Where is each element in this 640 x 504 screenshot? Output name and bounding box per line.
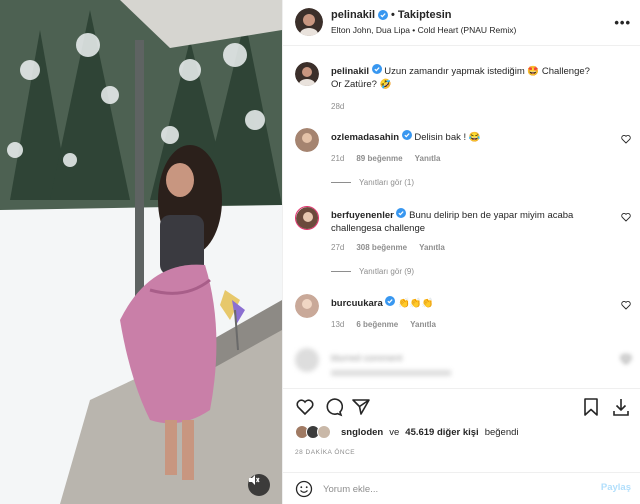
comment-age: 27d [331,243,345,252]
post-panel: pelinakil • Takiptesin Elton John, Dua L… [282,0,640,504]
comment-likes[interactable]: 308 beğenme [356,243,407,252]
likes-suffix: beğendi [484,426,519,438]
comment-meta: 21d 89 beğenme Yanıtla [331,154,440,163]
post-header: pelinakil • Takiptesin Elton John, Dua L… [283,0,640,46]
reply-button[interactable]: Yanıtla [419,243,445,252]
comment-text: 👏👏👏 [398,298,434,309]
comment-meta: 13d 6 beğenme Yanıtla [331,320,436,329]
others-likes-link[interactable]: 45.619 diğer kişi [405,427,478,438]
commenter-avatar[interactable] [295,294,319,318]
author-avatar[interactable] [295,8,323,36]
verified-badge-icon [385,296,396,306]
more-options-icon[interactable]: ••• [614,15,631,30]
add-comment-bar: Paylaş [283,472,640,504]
post-time: 28 DAKİKA ÖNCE [295,449,356,456]
commenter-avatar[interactable] [295,348,319,372]
comment-text-block: burcuukara 👏👏👏 [331,296,601,310]
mute-button[interactable] [248,474,270,496]
reply-button[interactable]: Yanıtla [415,154,441,163]
comment-likes[interactable]: 6 beğenme [356,320,398,329]
liker-avatars [295,425,335,439]
comment-username[interactable]: berfuyenenler [331,210,394,221]
comment-likes[interactable]: 89 beğenme [356,154,402,163]
caption-username[interactable]: pelinakil [331,66,369,77]
comment-input[interactable] [323,479,583,499]
video-frame [0,0,282,504]
view-replies[interactable]: Yanıtları gör (9) [331,267,414,276]
caption-avatar[interactable] [295,62,319,86]
share-send-icon[interactable] [351,397,371,417]
emoji-icon[interactable] [295,480,313,498]
comment-age: 21d [331,154,345,163]
action-bar [283,388,640,424]
comment-meta [331,370,451,376]
comment-text: blurred comment [331,353,403,364]
like-heart-icon[interactable] [295,397,315,417]
comment-bubble-icon[interactable] [323,397,343,417]
verified-badge-icon [371,64,382,74]
comment-age: 13d [331,320,345,329]
following-button[interactable]: Takiptesin [398,9,452,21]
comment-username[interactable]: burcuukara [331,298,383,309]
liker-avatar [317,425,331,439]
likes-summary: sngloden ve 45.619 diğer kişi beğendi [295,425,519,439]
caption-age: 28d [331,102,345,111]
view-replies-label: Yanıtları gör (9) [359,267,414,276]
heart-icon[interactable] [621,212,631,222]
save-bookmark-icon[interactable] [581,397,601,417]
comments-list: pelinakil Uzun zamandır yapmak istediğim… [283,52,640,387]
view-replies[interactable]: Yanıtları gör (1) [331,178,414,187]
verified-badge-icon [401,130,412,140]
caption-meta: 28d [331,102,344,111]
view-replies-label: Yanıtları gör (1) [359,178,414,187]
first-liker[interactable]: sngloden [341,427,383,438]
verified-badge-icon [378,10,389,20]
heart-icon[interactable] [621,300,631,310]
post-comment-button[interactable]: Paylaş [601,482,631,493]
comment-text-block: ozlemadasahin Delisin bak ! 😂 [331,130,601,144]
replies-divider [331,182,351,183]
heart-icon[interactable] [621,134,631,144]
heart-icon[interactable] [621,354,631,364]
post-video[interactable] [0,0,282,504]
commenter-avatar[interactable] [295,206,319,230]
download-icon[interactable] [611,397,631,417]
caption-text-block: pelinakil Uzun zamandır yapmak istediğim… [331,64,601,91]
comment-text: Delisin bak ! 😂 [414,132,481,143]
author-line: pelinakil • Takiptesin [331,9,451,21]
comment-meta: 27d 308 beğenme Yanıtla [331,243,445,252]
replies-divider [331,271,351,272]
commenter-avatar[interactable] [295,128,319,152]
comment-username[interactable]: ozlemadasahin [331,132,399,143]
caption-text: Uzun zamandır yapmak istediğim 🤩 Challen… [331,66,590,90]
sound-off-icon [249,475,260,485]
song-link[interactable]: Elton John, Dua Lipa • Cold Heart (PNAU … [331,25,516,35]
author-username[interactable]: pelinakil [331,9,375,21]
likes-conjunction: ve [389,426,400,438]
separator-dot: • [391,9,395,21]
verified-badge-icon [396,208,407,218]
comment-text-block: berfuyenenler Bunu delirip ben de yapar … [331,208,601,235]
reply-button[interactable]: Yanıtla [410,320,436,329]
